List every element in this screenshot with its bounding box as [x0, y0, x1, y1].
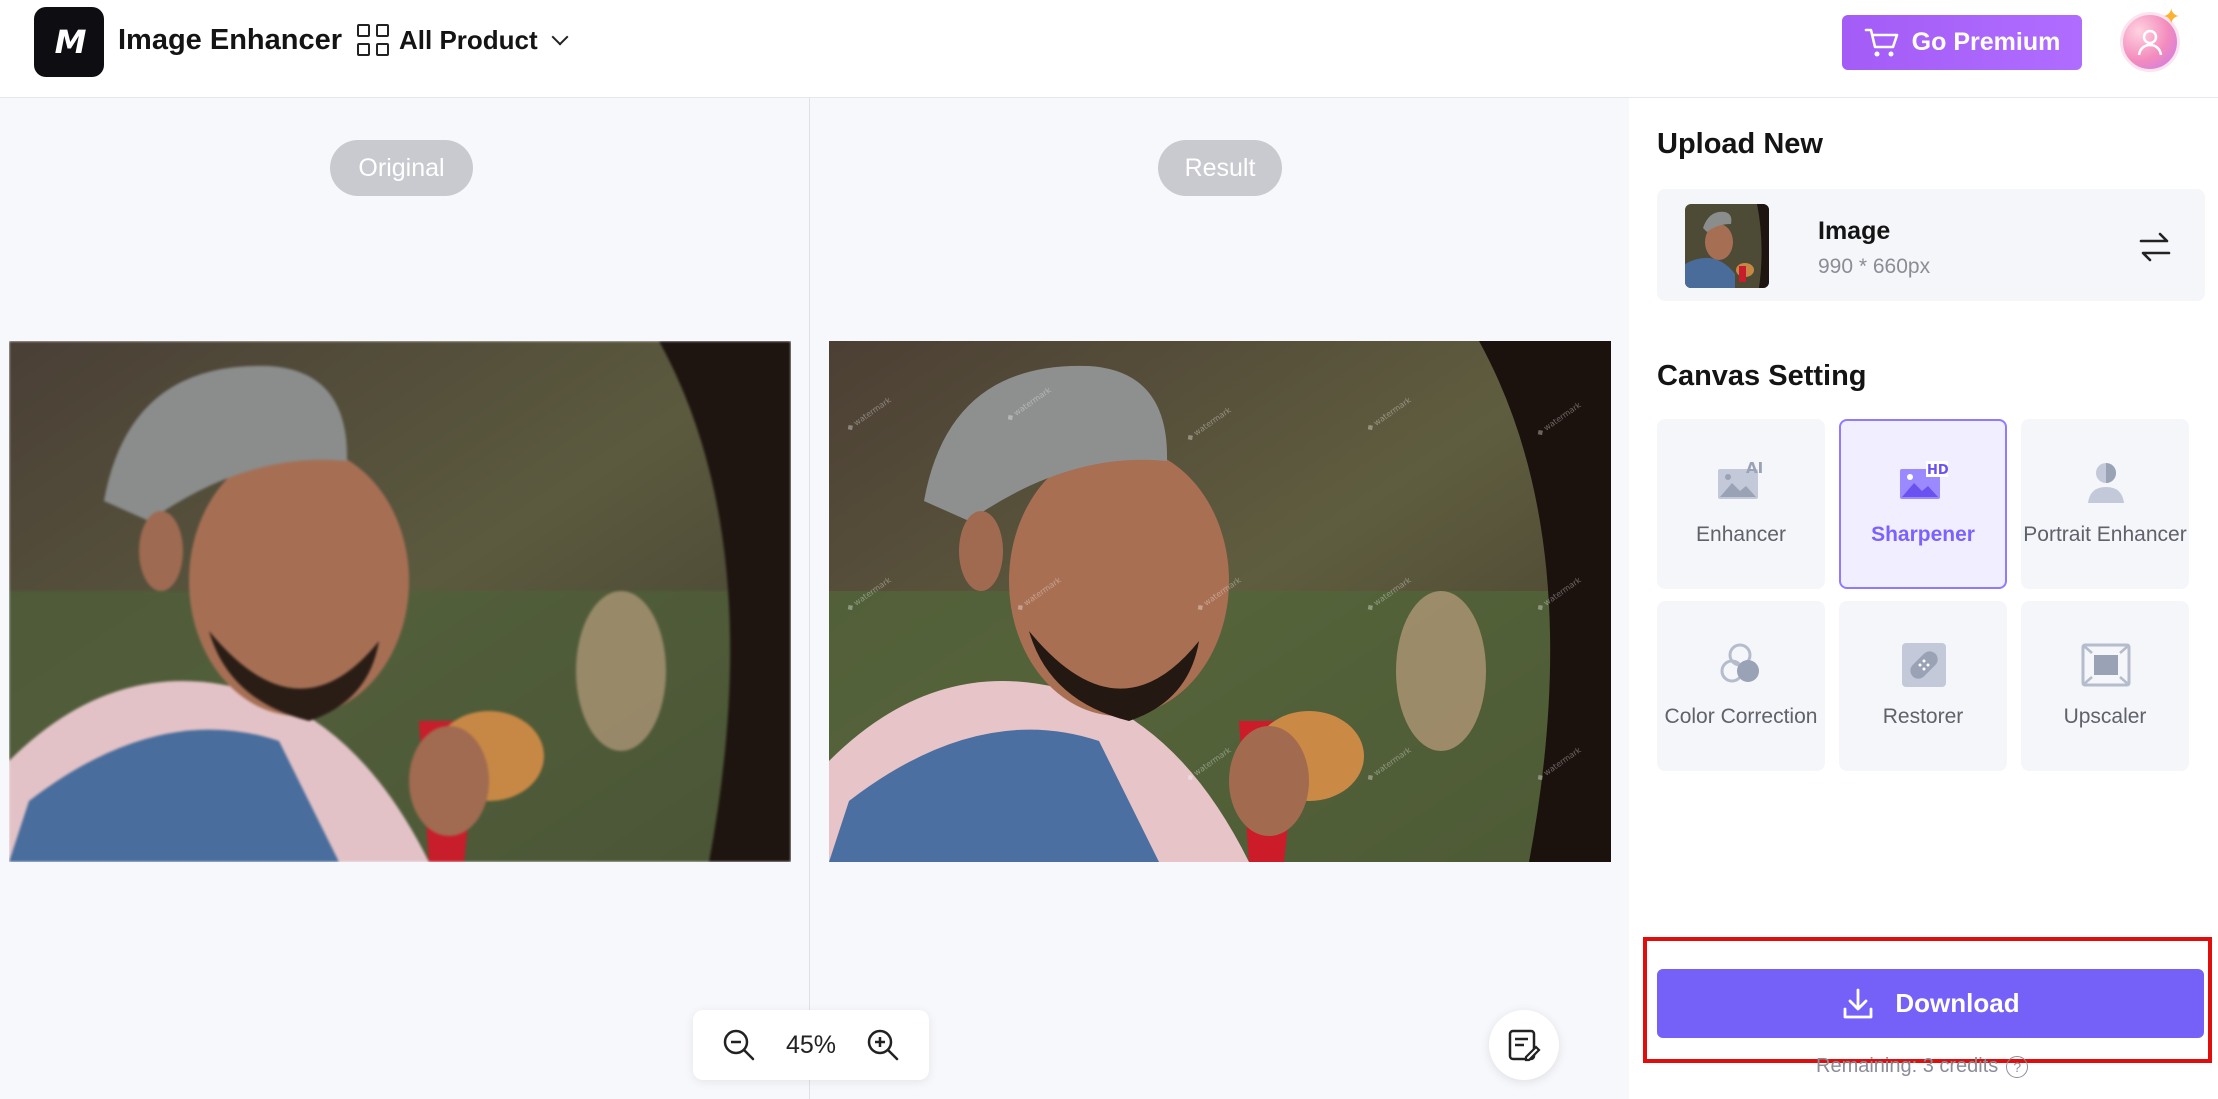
ai-image-icon: AI — [1718, 459, 1763, 499]
image-thumbnail — [1685, 204, 1769, 288]
tool-color-correction[interactable]: Color Correction — [1657, 601, 1825, 771]
feedback-note-icon — [1508, 1029, 1541, 1062]
go-premium-label: Go Premium — [1911, 28, 2061, 56]
app-title: Image Enhancer — [118, 24, 343, 56]
canvas-setting-title: Canvas Setting — [1657, 360, 1867, 392]
uploaded-image-card: Image 990 * 660px — [1657, 189, 2205, 301]
chevron-down-icon — [551, 28, 569, 46]
tool-label: Portrait Enhancer — [2023, 523, 2187, 546]
download-icon — [1843, 988, 1873, 1018]
remaining-credits: Remaining: 3 credits ? — [1816, 1055, 2029, 1078]
replace-image-button[interactable] — [2135, 227, 2175, 267]
help-icon[interactable]: ? — [2006, 1055, 2029, 1078]
user-icon — [2137, 29, 2163, 56]
hd-image-icon: HD — [1900, 461, 1949, 499]
original-label: Original — [330, 140, 473, 196]
upload-new-title: Upload New — [1657, 128, 1823, 160]
app-logo[interactable]: M — [34, 7, 104, 77]
result-image: ◆ watermark ◆ watermark ◆ watermark ◆ wa… — [829, 341, 1611, 862]
tool-portrait-enhancer[interactable]: Portrait Enhancer — [2021, 419, 2189, 589]
top-header: M Image Enhancer All Product Go Premium … — [0, 0, 2218, 98]
color-circles-icon — [1720, 643, 1759, 683]
result-label: Result — [1158, 140, 1282, 196]
svg-text:AI: AI — [1746, 459, 1763, 477]
tool-sharpener[interactable]: HD Sharpener — [1839, 419, 2007, 589]
bandage-icon — [1902, 643, 1946, 687]
grid-icon — [357, 24, 389, 56]
svg-text:HD: HD — [1927, 463, 1949, 478]
tool-enhancer[interactable]: AI Enhancer — [1657, 419, 1825, 589]
swap-icon — [2139, 232, 2171, 262]
zoom-level: 45% — [785, 1030, 836, 1059]
go-premium-button[interactable]: Go Premium — [1842, 15, 2082, 70]
all-product-label: All Product — [399, 24, 538, 55]
zoom-toolbar: 45% — [693, 1010, 929, 1080]
image-name: Image — [1818, 217, 1891, 245]
tool-label: Color Correction — [1664, 705, 1818, 728]
tool-upscaler[interactable]: Upscaler — [2021, 601, 2189, 771]
image-dimensions: 990 * 660px — [1818, 255, 1931, 278]
tool-label: Restorer — [1882, 705, 1964, 728]
logo-mark: M — [54, 23, 87, 61]
tool-restorer[interactable]: Restorer — [1839, 601, 2007, 771]
upscale-frame-icon — [2081, 643, 2131, 687]
original-image — [9, 341, 791, 862]
sparkle-icon: ✦ — [2162, 4, 2181, 29]
tool-label: Sharpener — [1871, 523, 1975, 546]
zoom-out-button[interactable] — [721, 1027, 757, 1063]
zoom-in-icon — [867, 1029, 898, 1061]
download-label: Download — [1895, 988, 2020, 1018]
tool-label: Enhancer — [1696, 523, 1786, 546]
pane-divider — [809, 98, 810, 1099]
portrait-icon — [2088, 463, 2124, 503]
zoom-in-button[interactable] — [865, 1027, 901, 1063]
cart-icon — [1864, 28, 1898, 56]
tool-label: Upscaler — [2063, 705, 2147, 728]
zoom-out-icon — [724, 1029, 755, 1061]
feedback-button[interactable] — [1489, 1010, 1559, 1080]
download-button[interactable]: Download — [1657, 969, 2204, 1038]
credits-text: Remaining: 3 credits — [1816, 1055, 1999, 1077]
all-product-menu[interactable]: All Product — [357, 24, 569, 56]
